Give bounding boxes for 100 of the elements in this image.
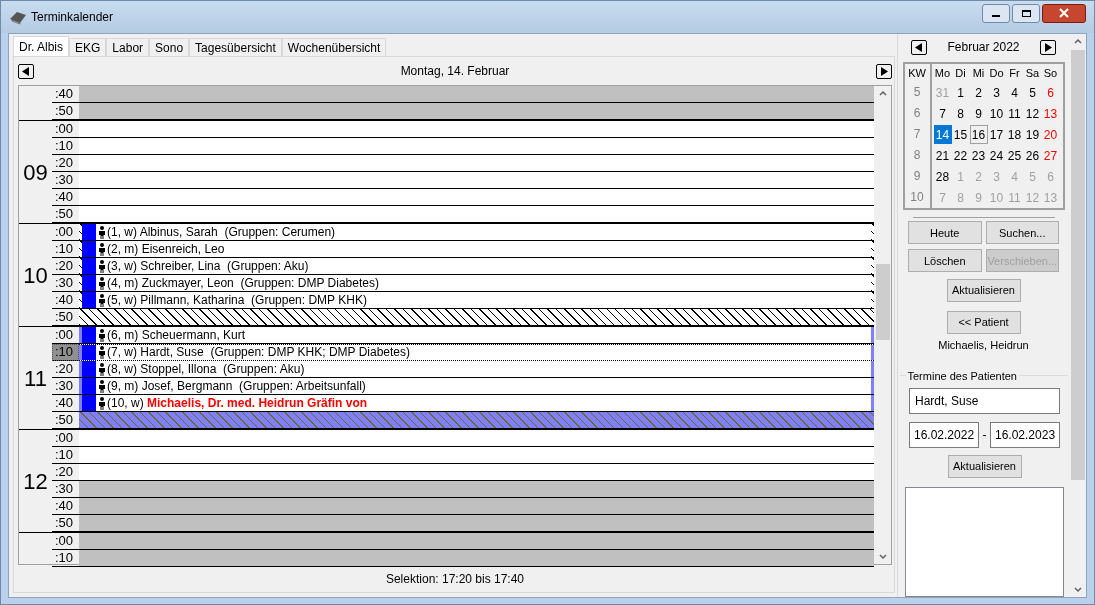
calendar-day[interactable]: 27 — [1041, 146, 1060, 165]
hatched-slot[interactable] — [79, 309, 874, 326]
calendar-day[interactable]: 15 — [951, 125, 970, 144]
week-number: 6 — [913, 105, 921, 122]
appointment-slot[interactable]: (2, m) Eisenreich, Leo — [79, 241, 874, 258]
action-button[interactable]: Heute — [908, 221, 982, 245]
tab[interactable]: Sono — [149, 38, 190, 56]
patient-field[interactable]: Hardt, Suse — [909, 388, 1060, 415]
appointment-slot[interactable]: (9, m) Josef, Bergmann (Gruppen: Arbeitsunfall) — [79, 378, 874, 395]
calendar-day[interactable]: 19 — [1023, 125, 1042, 144]
refresh-button[interactable]: Aktualisieren — [947, 455, 1022, 478]
appointment-label: (9, m) Josef, Bergmann (Gruppen: Arbeitsunfall) — [107, 378, 366, 394]
free-slot[interactable] — [79, 121, 874, 138]
calendar-day[interactable]: 23 — [969, 146, 988, 165]
blocked-slot[interactable] — [79, 550, 874, 567]
calendar-day[interactable]: 25 — [1005, 146, 1024, 165]
tab[interactable]: Dr. Albis — [13, 36, 69, 56]
calendar-day[interactable]: 7 — [933, 104, 952, 123]
calendar-day[interactable]: 20 — [1041, 125, 1060, 144]
free-slot[interactable] — [79, 155, 874, 172]
free-slot[interactable] — [79, 430, 874, 447]
blocked-slot[interactable] — [79, 481, 874, 498]
free-slot[interactable] — [79, 464, 874, 481]
free-slot[interactable] — [79, 189, 874, 206]
hour-label: 11 — [24, 364, 47, 393]
free-slot[interactable] — [79, 138, 874, 155]
appointment-slot[interactable]: (1, w) Albinus, Sarah (Gruppen: Cerumen) — [79, 224, 874, 241]
calendar-day[interactable]: 1 — [951, 83, 970, 102]
minimize-button[interactable] — [982, 3, 1010, 23]
calendar-day[interactable]: 5 — [1023, 83, 1042, 102]
calendar-day[interactable]: 11 — [1005, 104, 1024, 123]
blocked-slot[interactable] — [79, 86, 874, 103]
person-icon — [98, 396, 106, 410]
patient-button[interactable]: << Patient — [946, 310, 1021, 334]
left-triangle-icon — [915, 42, 922, 52]
tab[interactable]: Labor — [106, 38, 150, 56]
appointment-bar — [82, 378, 96, 394]
appointment-slot[interactable]: (6, m) Scheuermann, Kurt — [79, 327, 874, 344]
free-slot[interactable] — [79, 206, 874, 223]
date-from-field[interactable]: 16.02.2022 — [909, 422, 979, 449]
calendar-day[interactable]: 12 — [1023, 104, 1042, 123]
blocked-slot[interactable] — [79, 498, 874, 515]
calendar-day[interactable]: 9 — [969, 104, 988, 123]
calendar-day[interactable]: 26 — [1023, 146, 1042, 165]
appointment-bar — [82, 395, 96, 411]
time-label: :10 — [52, 344, 79, 361]
calendar-day[interactable]: 14 — [933, 125, 952, 144]
scrollbar-thumb[interactable] — [875, 264, 890, 340]
tab[interactable]: Wochenübersicht — [281, 38, 387, 56]
calendar-day[interactable]: 21 — [933, 146, 952, 165]
hour-label: 12 — [23, 467, 48, 496]
appointments-list[interactable] — [905, 487, 1064, 597]
blocked-slot[interactable] — [79, 103, 874, 120]
appointment-slot[interactable]: (5, w) Pillmann, Katharina (Gruppen: DMP KHK) — [79, 292, 874, 309]
week-number: 9 — [913, 168, 921, 185]
appointment-label: (1, w) Albinus, Sarah (Gruppen: Cerumen) — [107, 224, 336, 240]
next-day-button[interactable] — [876, 63, 892, 79]
calendar-day[interactable]: 24 — [987, 146, 1006, 165]
previous-month-button[interactable] — [911, 39, 927, 55]
calendar-day[interactable]: 17 — [987, 125, 1006, 144]
calendar-day[interactable]: 10 — [987, 104, 1006, 123]
month-title: Februar 2022 — [947, 39, 1020, 56]
tab[interactable]: Tagesübersicht — [189, 38, 282, 56]
next-month-button[interactable] — [1040, 39, 1056, 55]
chevron-down-icon — [1073, 587, 1082, 593]
appointment-slot[interactable]: (10, w) Michaelis, Dr. med. Heidrun Gräfin von — [79, 395, 874, 412]
calendar-day[interactable]: 6 — [1041, 83, 1060, 102]
hour-label: 09 — [23, 158, 48, 187]
calendar-day[interactable]: 8 — [951, 104, 970, 123]
calendar-day[interactable]: 3 — [987, 83, 1006, 102]
blocked-slot[interactable] — [79, 515, 874, 532]
action-button[interactable]: Suchen... — [985, 221, 1059, 245]
calendar-day[interactable]: 28 — [933, 167, 952, 186]
chevron-up-icon — [1073, 38, 1082, 44]
appointment-slot[interactable]: (7, w) Hardt, Suse (Gruppen: DMP KHK; DMP Diabetes) — [79, 344, 874, 361]
scrollbar-thumb[interactable] — [1070, 50, 1085, 480]
calendar-day[interactable]: 2 — [969, 83, 988, 102]
calendar-day[interactable]: 13 — [1041, 104, 1060, 123]
calendar-day[interactable]: 22 — [951, 146, 970, 165]
refresh-button[interactable]: Aktualisieren — [946, 279, 1021, 302]
action-button[interactable]: Löschen — [908, 249, 982, 273]
close-button[interactable] — [1042, 3, 1086, 23]
appointment-slot[interactable]: (3, w) Schreiber, Lina (Gruppen: Aku) — [79, 258, 874, 275]
calendar-day[interactable]: 16 — [969, 125, 988, 144]
weekday-label: So — [1042, 66, 1059, 81]
close-icon — [1059, 8, 1069, 18]
day-title: Montag, 14. Februar — [400, 63, 510, 80]
calendar-day[interactable]: 4 — [1005, 83, 1024, 102]
appointment-slot[interactable]: (4, m) Zuckmayer, Leon (Gruppen: DMP Diabetes) — [79, 275, 874, 292]
date-to-field[interactable]: 16.02.2023 — [990, 422, 1060, 449]
tab[interactable]: EKG — [69, 38, 107, 56]
free-slot[interactable] — [79, 447, 874, 464]
chevron-down-icon — [878, 554, 887, 560]
maximize-button[interactable] — [1012, 3, 1040, 23]
blocked-slot[interactable] — [79, 533, 874, 550]
free-slot[interactable] — [79, 172, 874, 189]
appointment-slot[interactable]: (8, w) Stoppel, Illona (Gruppen: Aku) — [79, 361, 874, 378]
hatched-slot[interactable] — [79, 412, 874, 429]
calendar-day[interactable]: 18 — [1005, 125, 1024, 144]
previous-day-button[interactable] — [18, 63, 34, 79]
